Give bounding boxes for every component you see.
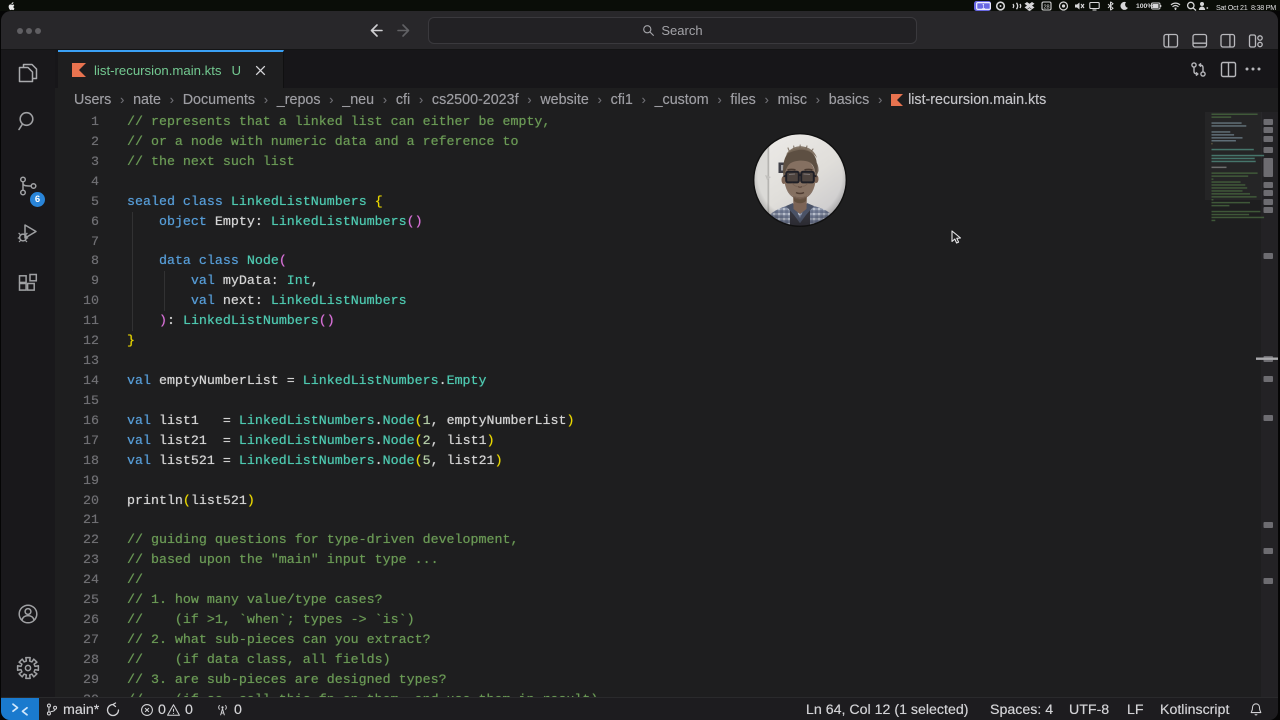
svg-text:28: 28 <box>1043 5 1049 11</box>
svg-text:1: 1 <box>981 3 985 10</box>
